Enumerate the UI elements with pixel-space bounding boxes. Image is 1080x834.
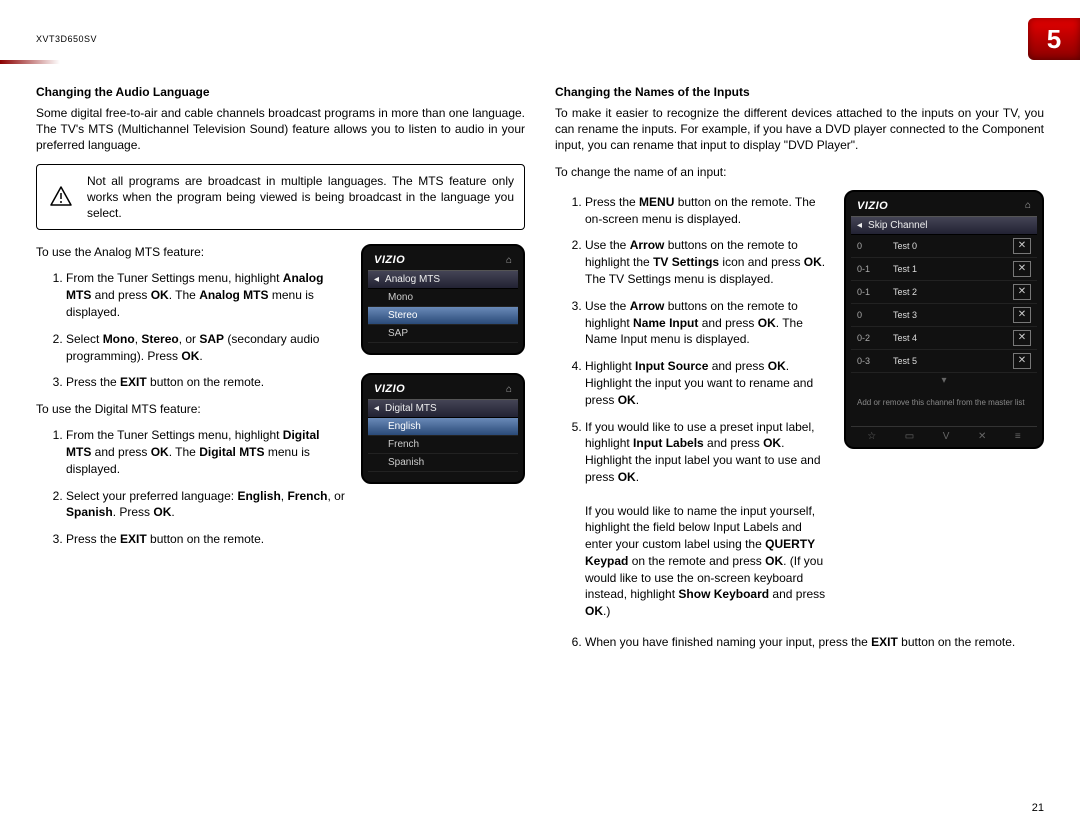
- step-item: If you would like to use a preset input …: [585, 419, 828, 621]
- analog-lead: To use the Analog MTS feature:: [36, 244, 345, 260]
- star-icon: ☆: [867, 431, 876, 442]
- step-item: Select your preferred language: English,…: [66, 488, 345, 522]
- channel-row: 0-1Test 1✕: [851, 258, 1037, 281]
- home-icon: ⌂: [506, 384, 512, 395]
- screenshot-skip-channel: VIZIO ⌂ ◂ Skip Channel 0Test 0✕0-1Test 1…: [844, 190, 1044, 449]
- menu-item: English: [368, 418, 518, 436]
- step-item: Press the MENU button on the remote. The…: [585, 194, 828, 228]
- screenshot-analog-mts: VIZIO ⌂ ◂ Analog MTS MonoStereoSAP: [361, 244, 525, 355]
- step-item: From the Tuner Settings menu, highlight …: [66, 427, 345, 477]
- screenshot-subheader: ◂ Skip Channel: [851, 216, 1037, 235]
- back-arrow-icon: ◂: [374, 403, 379, 414]
- channel-row: 0-2Test 4✕: [851, 327, 1037, 350]
- page-number: 21: [1032, 802, 1044, 814]
- note-text: Not all programs are broadcast in multip…: [87, 174, 514, 220]
- right-heading: Changing the Names of the Inputs: [555, 85, 1044, 99]
- digital-steps: From the Tuner Settings menu, highlight …: [36, 427, 345, 548]
- red-stripe: [0, 60, 60, 64]
- right-steps-6: When you have finished naming your input…: [555, 634, 1044, 651]
- step-item: From the Tuner Settings menu, highlight …: [66, 270, 345, 320]
- back-arrow-icon: ◂: [374, 274, 379, 285]
- menu-item: SAP: [368, 325, 518, 343]
- step-item: Highlight Input Source and press OK. Hig…: [585, 358, 828, 408]
- home-icon: ⌂: [506, 255, 512, 266]
- warning-icon: [47, 185, 75, 209]
- right-lead: To change the name of an input:: [555, 164, 1044, 180]
- right-intro: To make it easier to recognize the diffe…: [555, 105, 1044, 154]
- chevron-down-icon: ▾: [851, 373, 1037, 388]
- screenshot-title: Skip Channel: [868, 220, 927, 231]
- screenshot-title: Digital MTS: [385, 403, 437, 414]
- menu-item: Spanish: [368, 454, 518, 472]
- vizio-logo: VIZIO: [374, 383, 405, 395]
- step-item: Press the EXIT button on the remote.: [66, 531, 345, 548]
- analog-steps: From the Tuner Settings menu, highlight …: [36, 270, 345, 391]
- right-steps-1-5: Press the MENU button on the remote. The…: [555, 194, 828, 620]
- channel-row: 0-1Test 2✕: [851, 281, 1037, 304]
- left-intro: Some digital free-to-air and cable chann…: [36, 105, 525, 154]
- screenshot-subheader: ◂ Digital MTS: [368, 399, 518, 418]
- menu-item: Stereo: [368, 307, 518, 325]
- channel-row: 0Test 0✕: [851, 235, 1037, 258]
- menu-item: Mono: [368, 289, 518, 307]
- channel-row: 0Test 3✕: [851, 304, 1037, 327]
- chapter-badge: 5: [1028, 18, 1080, 60]
- card-icon: ▭: [905, 431, 914, 442]
- step-item: When you have finished naming your input…: [585, 634, 1044, 651]
- screenshot-subheader: ◂ Analog MTS: [368, 270, 518, 289]
- step-item: Use the Arrow buttons on the remote to h…: [585, 298, 828, 348]
- screenshot-bottom-bar: ☆ ▭ V ✕ ≡: [851, 426, 1037, 442]
- step-item: Use the Arrow buttons on the remote to h…: [585, 237, 828, 287]
- screenshot-hint: Add or remove this channel from the mast…: [851, 388, 1037, 426]
- back-arrow-icon: ◂: [857, 220, 862, 231]
- digital-lead: To use the Digital MTS feature:: [36, 401, 345, 417]
- note-box: Not all programs are broadcast in multip…: [36, 164, 525, 231]
- left-column: Changing the Audio Language Some digital…: [36, 85, 525, 661]
- model-label: XVT3D650SV: [36, 34, 97, 44]
- x-icon: ✕: [978, 431, 986, 442]
- left-heading: Changing the Audio Language: [36, 85, 525, 99]
- vizio-logo: VIZIO: [857, 200, 888, 212]
- channel-row: 0-3Test 5✕: [851, 350, 1037, 373]
- vizio-logo: VIZIO: [374, 254, 405, 266]
- bars-icon: ≡: [1015, 431, 1021, 442]
- home-icon: ⌂: [1025, 200, 1031, 211]
- v-icon: V: [943, 431, 950, 442]
- menu-item: French: [368, 436, 518, 454]
- step-item: Press the EXIT button on the remote.: [66, 374, 345, 391]
- screenshot-title: Analog MTS: [385, 274, 440, 285]
- step-item: Select Mono, Stereo, or SAP (secondary a…: [66, 331, 345, 365]
- right-column: Changing the Names of the Inputs To make…: [555, 85, 1044, 661]
- screenshot-digital-mts: VIZIO ⌂ ◂ Digital MTS EnglishFrenchSpani…: [361, 373, 525, 484]
